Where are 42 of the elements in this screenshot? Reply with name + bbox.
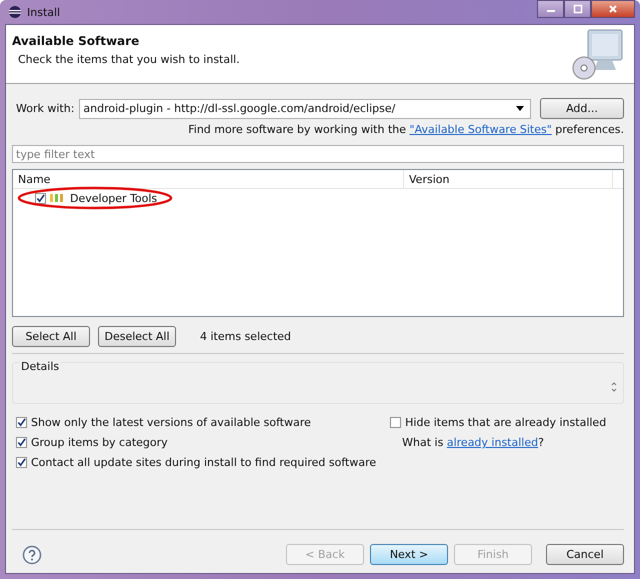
selection-count: 4 items selected xyxy=(200,330,292,343)
maximize-button[interactable] xyxy=(564,0,591,18)
checkmark-icon xyxy=(17,438,26,447)
option-label[interactable]: Show only the latest versions of available software xyxy=(31,416,311,429)
add-button[interactable]: Add... xyxy=(540,98,624,119)
more-software-text: Find more software by working with the "Available Software Sites" preferences. xyxy=(188,123,624,136)
option-checkbox[interactable] xyxy=(16,417,27,428)
option-checkbox[interactable] xyxy=(390,417,402,428)
filter-field[interactable]: type filter text xyxy=(12,145,624,163)
option-label[interactable]: Hide items that are already installed xyxy=(405,416,606,429)
option-checkbox[interactable] xyxy=(16,437,27,448)
details-title: Details xyxy=(19,360,62,373)
wizard-button[interactable]: Cancel xyxy=(546,544,624,565)
column-header[interactable]: Version xyxy=(404,170,613,188)
page-title: Available Software xyxy=(12,34,140,48)
checkmark-icon xyxy=(36,194,45,202)
wizard-button[interactable]: Next > xyxy=(370,544,448,565)
already-installed-link[interactable]: already installed xyxy=(446,436,538,449)
selection-button[interactable]: Select All xyxy=(12,326,90,347)
column-header[interactable]: Name xyxy=(13,170,404,188)
tree-checkbox[interactable] xyxy=(35,192,46,204)
selection-button[interactable]: Deselect All xyxy=(98,326,176,347)
close-icon xyxy=(608,4,618,14)
option-label[interactable]: Contact all update sites during install to find required software xyxy=(31,456,376,469)
window-title: Install xyxy=(27,6,60,18)
scroll-arrows-icon xyxy=(611,381,617,393)
installed-hint: What is already installed? xyxy=(401,436,545,449)
checkmark-icon xyxy=(17,418,26,427)
software-sites-link[interactable]: "Available Software Sites" xyxy=(410,123,552,136)
option-checkbox[interactable] xyxy=(16,457,27,468)
page-subtitle: Check the items that you wish to install. xyxy=(18,53,240,66)
dropdown-arrow-icon xyxy=(516,106,524,111)
work-with-label: Work with: xyxy=(16,102,74,115)
minimize-button[interactable] xyxy=(537,0,564,18)
checkmark-icon xyxy=(17,458,26,467)
site-dropdown[interactable]: android-plugin - http://dl-ssl.google.com/android/eclipse/ xyxy=(79,98,531,118)
category-icon xyxy=(50,193,64,203)
option-label[interactable]: Group items by category xyxy=(31,436,168,449)
eclipse-icon xyxy=(8,5,22,19)
maximize-icon xyxy=(572,4,582,14)
help-icon[interactable] xyxy=(22,544,42,564)
close-button[interactable] xyxy=(591,0,635,18)
